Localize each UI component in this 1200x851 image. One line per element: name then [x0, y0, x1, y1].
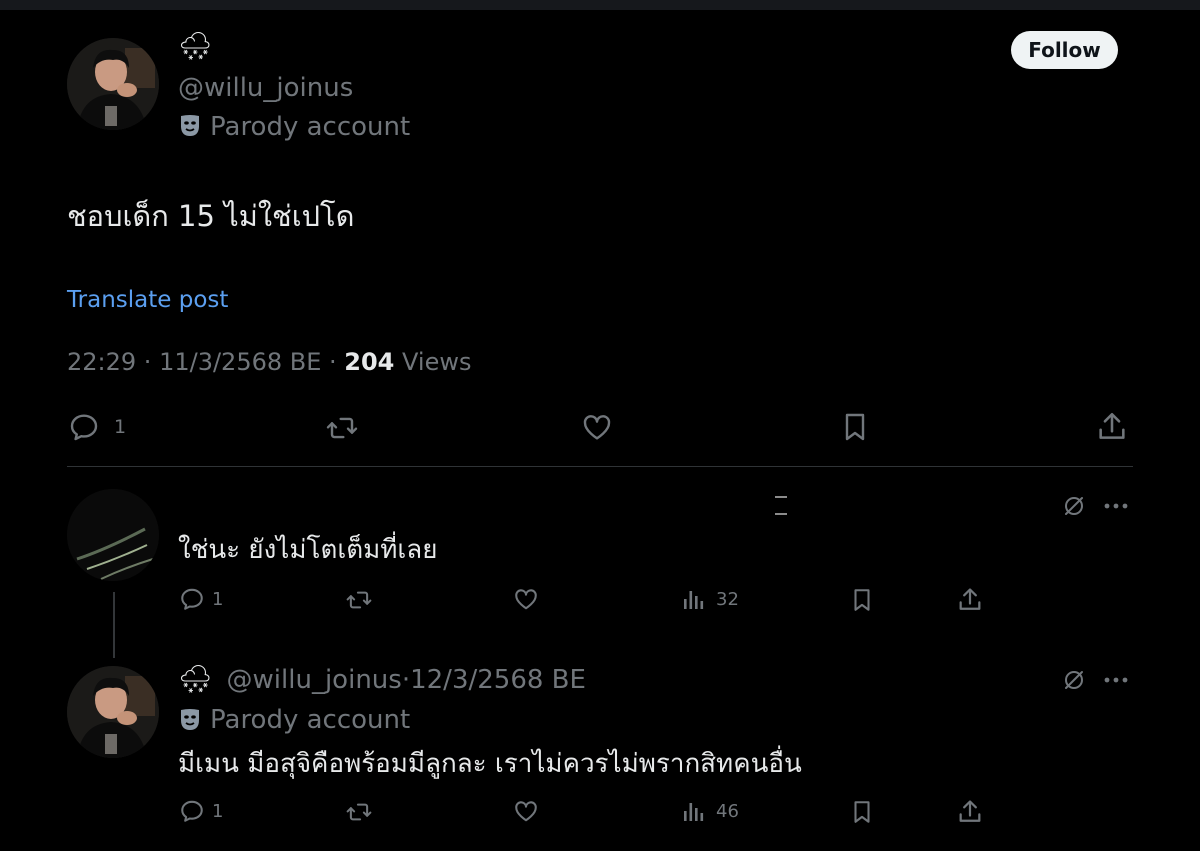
display-name-emoji: 🌨 — [178, 664, 213, 695]
avatar[interactable] — [67, 38, 159, 130]
display-name-emoji: 🌨 — [178, 31, 213, 62]
redaction-mark — [775, 496, 787, 498]
handle[interactable]: @willu_joinus — [227, 665, 402, 695]
views-icon[interactable] — [682, 800, 706, 824]
like-icon[interactable] — [580, 411, 614, 443]
views-count: 32 — [716, 589, 739, 610]
reply-date[interactable]: 12/3/2568 BE — [410, 665, 586, 695]
reply-text: ใช่นะ ยังไม่โตเต็มที่เลย — [178, 535, 438, 565]
repost-icon[interactable] — [344, 799, 374, 825]
thread-line — [113, 592, 115, 658]
reply-header: 🌨 @willu_joinus·12/3/2568 BE — [178, 662, 586, 698]
avatar[interactable] — [67, 666, 159, 758]
more-icon[interactable] — [1103, 501, 1129, 511]
views-label: Views — [402, 348, 472, 376]
views-count: 46 — [716, 801, 739, 822]
meta-separator: · — [136, 348, 160, 376]
redaction-mark — [775, 513, 787, 515]
bookmark-icon[interactable] — [849, 586, 875, 614]
reply-count: 1 — [212, 589, 224, 610]
top-bar — [0, 0, 1200, 10]
reply-icon[interactable] — [67, 411, 101, 443]
post-text: ชอบเด็ก 15 ไม่ใช่เปโด — [67, 199, 355, 233]
views-count: 204 — [344, 348, 395, 376]
reply-icon[interactable] — [178, 586, 206, 612]
views-icon[interactable] — [682, 588, 706, 612]
reply-count: 1 — [114, 416, 127, 438]
avatar[interactable] — [67, 489, 159, 581]
reply-icon[interactable] — [178, 798, 206, 824]
reply-text: มีเมน มีอสุจิคือพร้อมมีลูกละ เราไม่ควรไม… — [178, 749, 802, 779]
follow-button[interactable]: Follow — [1011, 31, 1118, 69]
meta-separator: · — [321, 348, 345, 376]
parody-mask-icon — [179, 708, 201, 732]
translate-post-link[interactable]: Translate post — [67, 285, 228, 315]
handle[interactable]: @willu_joinus — [178, 72, 353, 104]
bookmark-icon[interactable] — [839, 410, 871, 444]
repost-icon[interactable] — [344, 587, 374, 613]
post-time[interactable]: 22:29 — [67, 348, 136, 376]
post-date[interactable]: 11/3/2568 BE — [159, 348, 321, 376]
share-icon[interactable] — [956, 798, 984, 826]
bookmark-icon[interactable] — [849, 798, 875, 826]
parody-mask-icon — [179, 114, 201, 138]
parody-label: Parody account — [210, 112, 411, 142]
redacted-name — [165, 490, 795, 516]
grok-icon[interactable] — [1062, 668, 1086, 692]
repost-icon[interactable] — [325, 412, 359, 444]
share-icon[interactable] — [1095, 410, 1129, 444]
like-icon[interactable] — [512, 798, 540, 824]
post-meta: 22:29 · 11/3/2568 BE · 204 Views — [67, 346, 472, 378]
grok-icon[interactable] — [1062, 494, 1086, 518]
more-icon[interactable] — [1103, 675, 1129, 685]
divider — [67, 466, 1133, 467]
share-icon[interactable] — [956, 586, 984, 614]
meta-separator: · — [401, 665, 411, 695]
parody-label: Parody account — [210, 705, 411, 735]
reply-count: 1 — [212, 801, 224, 822]
like-icon[interactable] — [512, 586, 540, 612]
